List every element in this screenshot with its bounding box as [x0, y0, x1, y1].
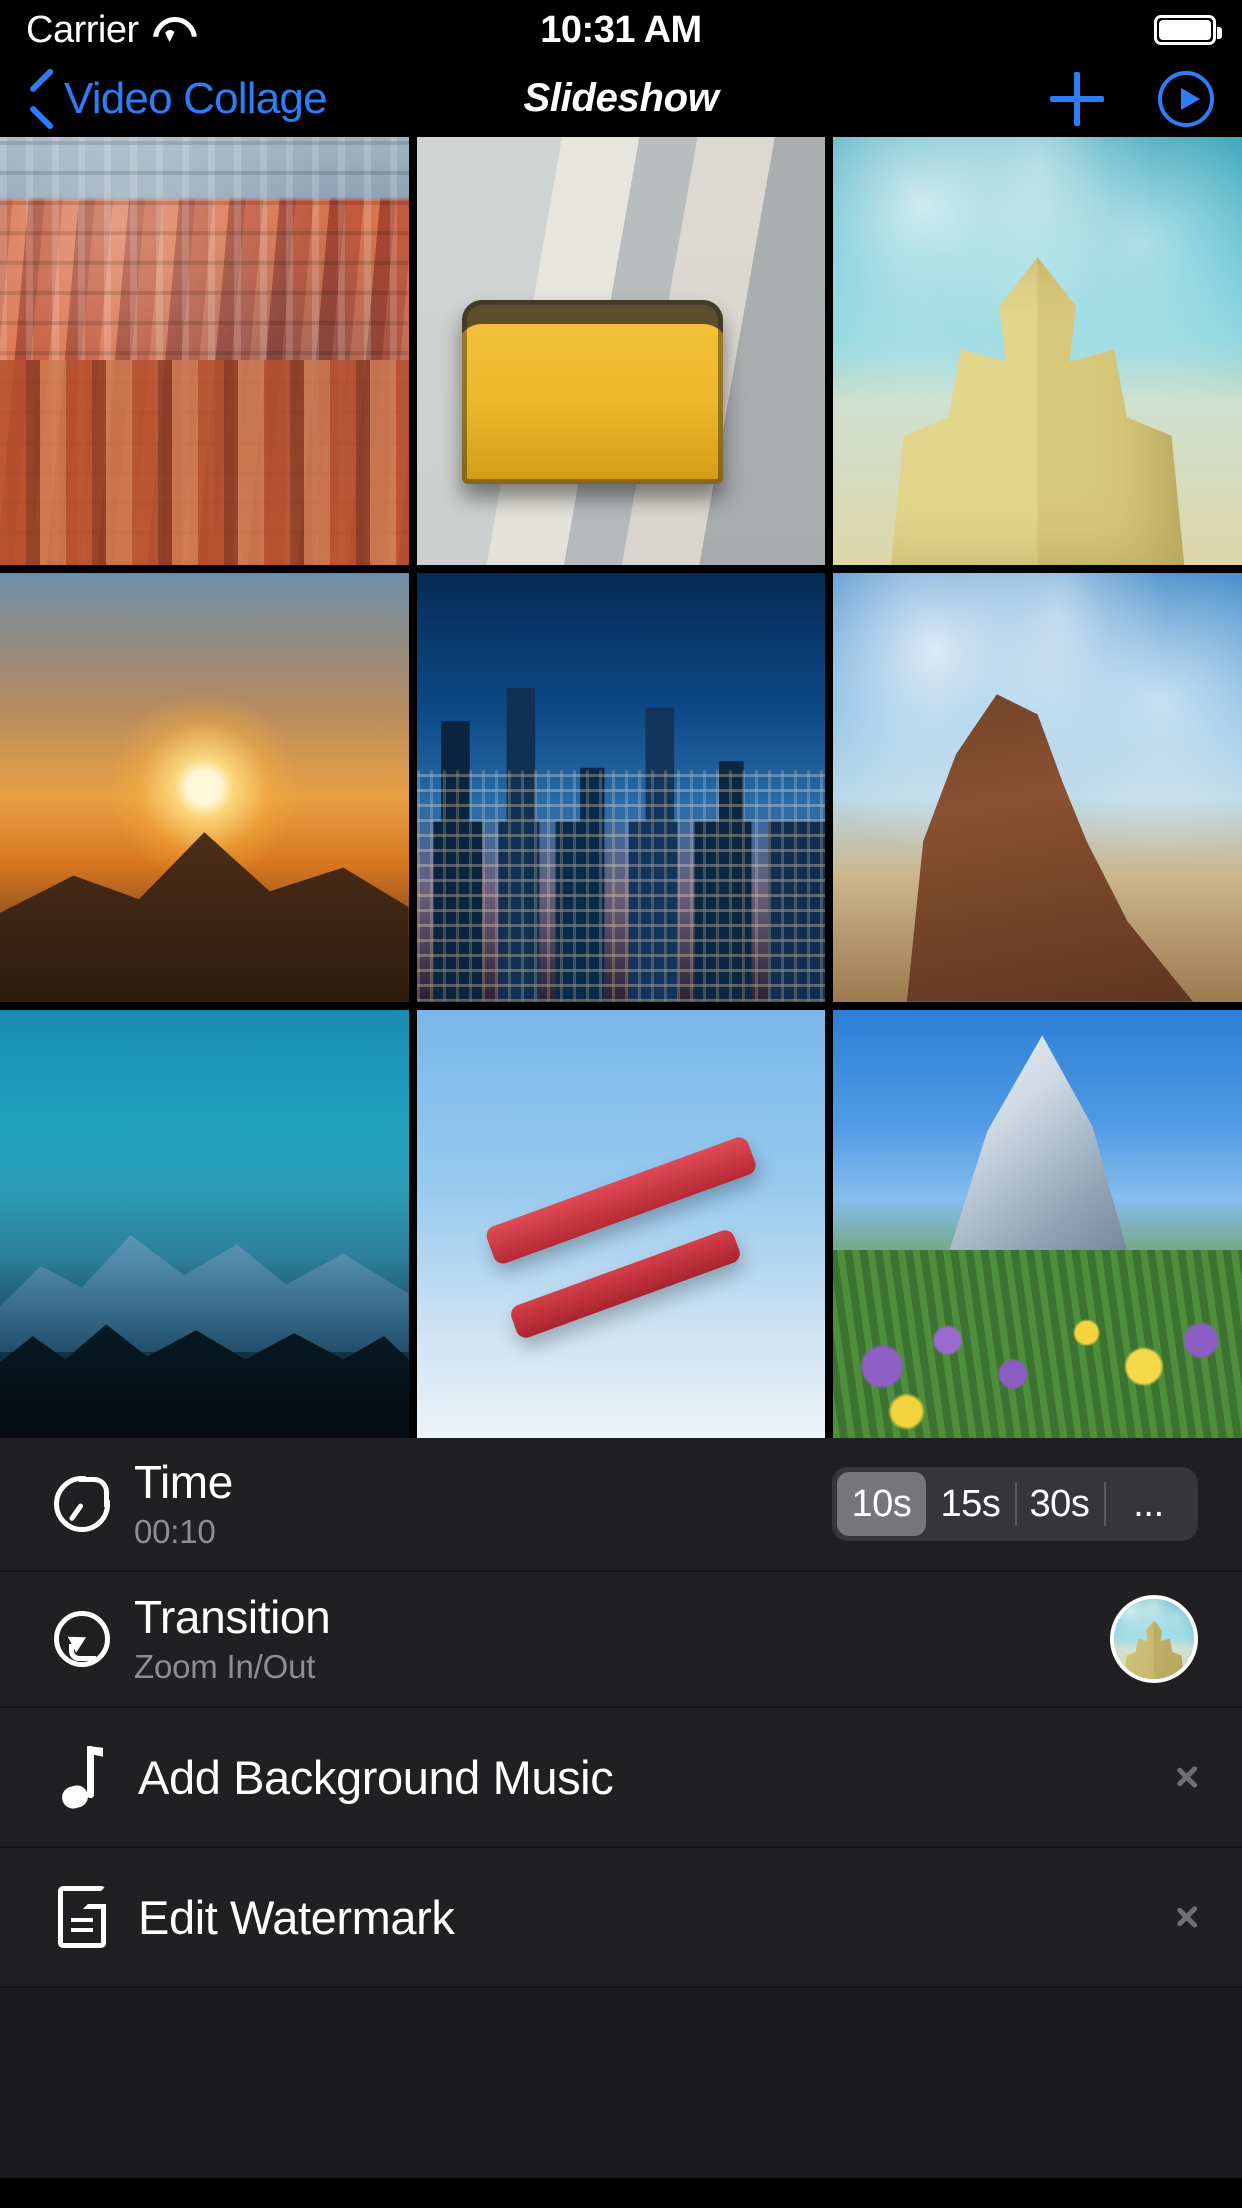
status-bar-right [1154, 15, 1222, 45]
time-row-subtitle: 00:10 [134, 1512, 216, 1550]
chevron-right-icon [1176, 1757, 1198, 1797]
sand-castle-thumbnail [1114, 1599, 1194, 1679]
photo-grid-cell[interactable] [416, 1009, 826, 1438]
document-lines [71, 1918, 93, 1934]
transition-row-text: Transition Zoom In/Out [134, 1591, 331, 1686]
watermark-row-icon-slot [44, 1886, 120, 1948]
back-button-label: Video Collage [64, 73, 328, 123]
transition-setting-row[interactable]: Transition Zoom In/Out [0, 1570, 1242, 1706]
desert-butte-photo [833, 573, 1242, 1002]
transition-preview-thumbnail[interactable] [1110, 1595, 1198, 1683]
transition-row-subtitle: Zoom In/Out [134, 1647, 316, 1685]
photo-grid-cell[interactable] [416, 137, 826, 566]
photo-grid-cell[interactable] [833, 1009, 1242, 1438]
status-bar-left: Carrier [26, 9, 187, 52]
photo-grid-cell[interactable] [0, 1009, 409, 1438]
photo-grid [0, 137, 1242, 1438]
sunrise-mountain-photo [0, 573, 409, 1002]
music-note-flag [87, 1746, 103, 1757]
document-icon [58, 1886, 106, 1948]
time-setting-row[interactable]: Time 00:10 10s 15s 30s ... [0, 1438, 1242, 1570]
app-screen: Carrier 10:31 AM Video Collage Slideshow [0, 0, 1242, 2208]
battery-fill [1159, 20, 1211, 40]
photo-grid-cell[interactable] [0, 137, 409, 566]
bottom-empty-area [0, 1988, 1242, 2178]
transition-arrow-icon [54, 1611, 110, 1667]
time-row-icon-slot [44, 1476, 120, 1532]
sand-castle-photo [833, 137, 1242, 566]
chevron-right-icon [1176, 1897, 1198, 1937]
duration-segmented-control[interactable]: 10s 15s 30s ... [832, 1467, 1198, 1541]
edit-watermark-label: Edit Watermark [138, 1890, 455, 1944]
add-photo-button[interactable] [1050, 71, 1104, 126]
settings-panel: Time 00:10 10s 15s 30s ... Transition Zo… [0, 1438, 1242, 1988]
matterhorn-flowers-photo [833, 1009, 1242, 1438]
back-button[interactable]: Video Collage [28, 73, 328, 124]
timer-icon [54, 1476, 110, 1532]
carrier-label: Carrier [26, 8, 139, 51]
night-skyline-photo [416, 573, 826, 1002]
duration-option-30s[interactable]: 30s [1015, 1472, 1104, 1536]
music-note-icon [58, 1746, 106, 1808]
timer-arc [79, 1477, 109, 1507]
battery-icon [1154, 15, 1222, 45]
transition-row-icon-slot [44, 1611, 120, 1667]
time-row-text: Time 00:10 [134, 1457, 233, 1551]
navigation-bar: Video Collage Slideshow [0, 60, 1242, 137]
wifi-icon [153, 15, 187, 45]
photo-grid-cell[interactable] [416, 573, 826, 1002]
edit-watermark-row[interactable]: Edit Watermark [0, 1846, 1242, 1986]
duration-option-10s[interactable]: 10s [837, 1472, 926, 1536]
chevron-left-icon [28, 77, 54, 121]
duration-option-15s[interactable]: 15s [926, 1472, 1015, 1536]
transition-row-title: Transition [134, 1591, 331, 1644]
music-row-icon-slot [44, 1746, 120, 1808]
navigation-bar-actions [1050, 70, 1214, 127]
photo-grid-cell[interactable] [833, 137, 1242, 566]
play-preview-button[interactable] [1158, 70, 1214, 127]
add-background-music-label: Add Background Music [138, 1750, 614, 1804]
photo-grid-cell[interactable] [833, 573, 1242, 1002]
misty-mountains-photo [0, 1009, 409, 1438]
status-bar: Carrier 10:31 AM [0, 0, 1242, 60]
biplane-sky-photo [416, 1009, 826, 1438]
city-rooftops-photo [0, 137, 409, 566]
time-row-title: Time [134, 1456, 233, 1509]
photo-grid-cell[interactable] [0, 573, 409, 1002]
duration-option-more[interactable]: ... [1104, 1472, 1193, 1536]
add-background-music-row[interactable]: Add Background Music [0, 1706, 1242, 1846]
tram-street-photo [416, 137, 826, 566]
